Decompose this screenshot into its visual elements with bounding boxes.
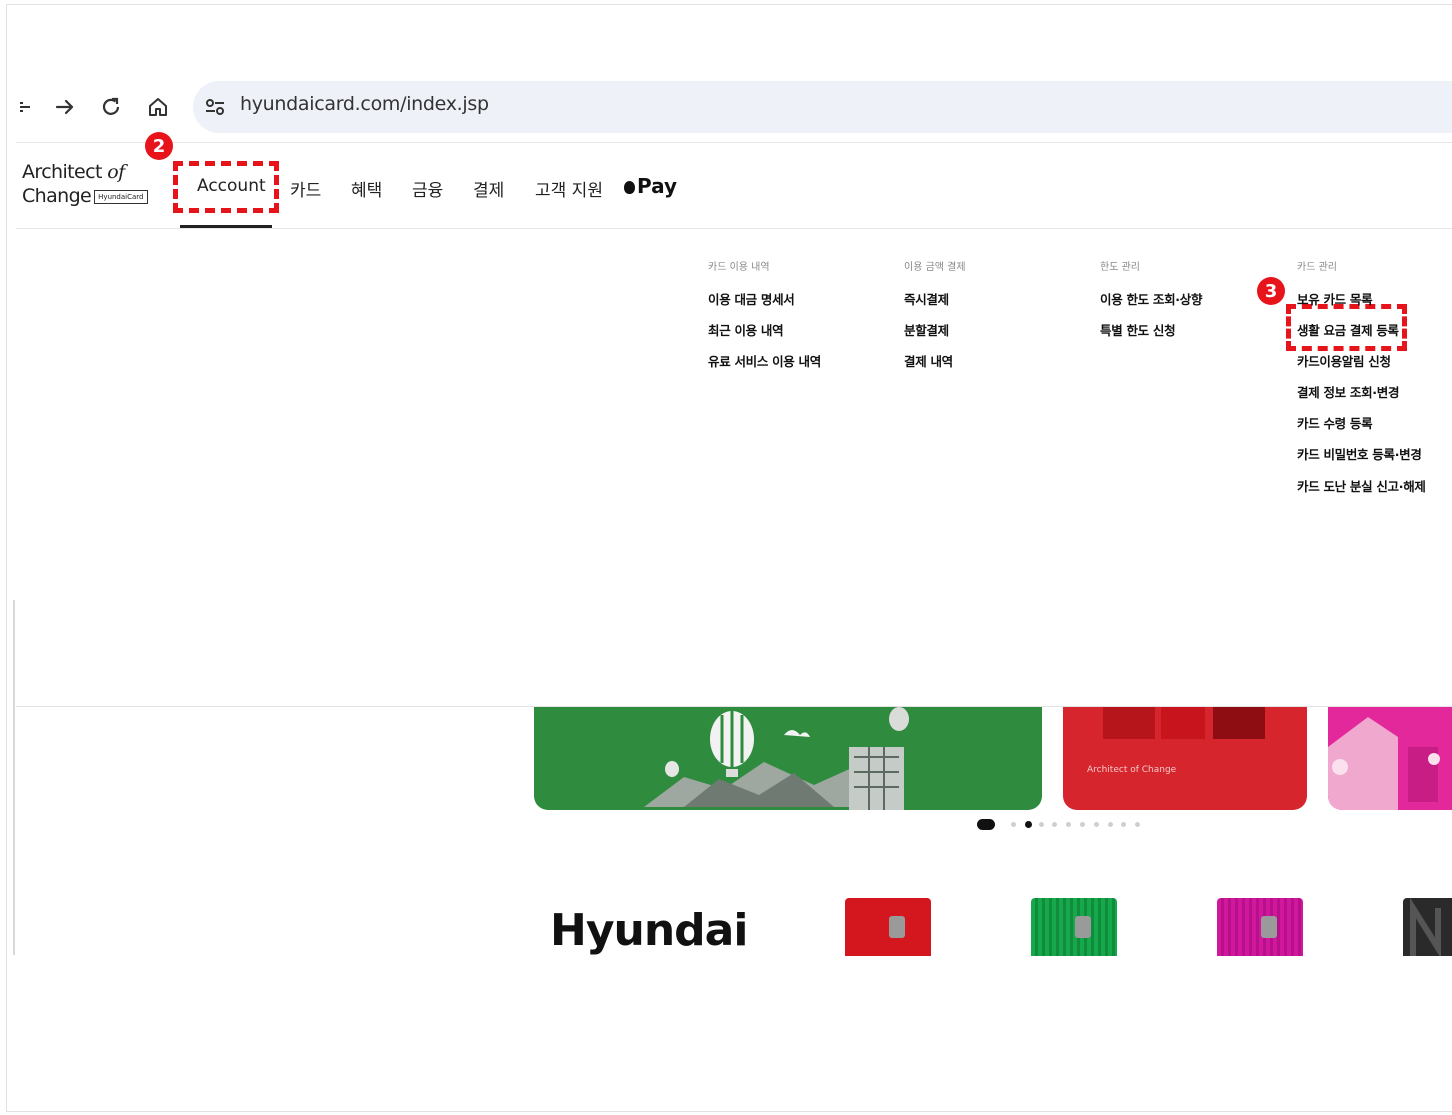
card-thumbnail-red[interactable] (845, 898, 931, 956)
menu-item-installment-payment[interactable]: 분할결제 (904, 320, 949, 339)
reload-icon[interactable] (98, 94, 124, 120)
menu-item-special-limit[interactable]: 특별 한도 신청 (1100, 320, 1176, 339)
logo-text-line1: Architect (22, 161, 108, 183)
nav-payment[interactable]: 결제 (473, 176, 504, 201)
banner-red-block (1161, 707, 1205, 739)
menu-heading-card-management: 카드 관리 (1297, 262, 1337, 273)
nav-card[interactable]: 카드 (290, 176, 321, 201)
nav-finance[interactable]: 금융 (412, 176, 443, 201)
viewport-cut (16, 956, 1452, 966)
card-thumbnail-pink[interactable] (1217, 898, 1303, 956)
annotation-badge-2: 2 (145, 132, 173, 160)
carousel-dot[interactable] (1080, 822, 1085, 827)
card-chip-icon (1261, 916, 1277, 938)
card-thumbnail-black[interactable] (1403, 898, 1452, 956)
nav-support[interactable]: 고객 지원 (535, 176, 603, 201)
card-chip-icon (1075, 916, 1091, 938)
menu-item-payment-history[interactable]: 결제 내역 (904, 351, 953, 370)
card-letter-icon (1410, 898, 1441, 956)
menu-item-lost-card-report[interactable]: 카드 도난 분실 신고·해제 (1297, 476, 1426, 495)
menu-item-instant-payment[interactable]: 즉시결제 (904, 289, 949, 308)
banner-pink[interactable] (1328, 707, 1452, 810)
menu-item-payment-info[interactable]: 결제 정보 조회·변경 (1297, 382, 1399, 401)
menu-heading-limit: 한도 관리 (1100, 262, 1140, 273)
home-icon[interactable] (145, 94, 171, 120)
site-settings-icon[interactable] (202, 94, 228, 120)
menu-item-statement[interactable]: 이용 대금 명세서 (708, 289, 795, 308)
apple-logo-icon (624, 181, 635, 194)
nav-applepay[interactable]: Pay (624, 174, 677, 198)
pause-icon[interactable] (977, 819, 995, 830)
menu-item-paid-service[interactable]: 유료 서비스 이용 내역 (708, 351, 821, 370)
banner-green-illustration (644, 707, 909, 810)
header-divider (16, 228, 1452, 229)
card-thumbnail-green[interactable] (1031, 898, 1117, 956)
menu-item-card-password[interactable]: 카드 비밀번호 등록·변경 (1297, 444, 1422, 463)
menu-item-limit-inquiry[interactable]: 이용 한도 조회·상향 (1100, 289, 1202, 308)
logo-text-italic: of (107, 161, 125, 183)
menu-item-recent-usage[interactable]: 최근 이용 내역 (708, 320, 784, 339)
left-edge-line (13, 600, 15, 955)
forward-arrow-icon[interactable] (52, 94, 78, 120)
menu-heading-payment: 이용 금액 결제 (904, 262, 966, 273)
url-text[interactable]: hyundaicard.com/index.jsp (240, 93, 489, 115)
carousel-dot[interactable] (1093, 822, 1099, 827)
card-chip-icon (889, 916, 905, 938)
carousel-dot[interactable] (1107, 822, 1113, 827)
menu-item-utility-payment-register[interactable]: 생활 요금 결제 등록 (1297, 320, 1399, 339)
banner-red-logo: Architect of Change (1087, 765, 1177, 775)
banner-red-block (1213, 707, 1265, 739)
carousel-dot[interactable] (1011, 822, 1016, 827)
menu-item-owned-cards[interactable]: 보유 카드 목록 (1297, 289, 1373, 308)
site-logo[interactable]: Architect of Change HyundaiCard (22, 160, 148, 208)
carousel-dot[interactable] (1024, 821, 1032, 828)
banner-green[interactable] (534, 707, 1042, 810)
brand-heading: Hyundai (550, 905, 748, 956)
banner-red-block (1103, 707, 1155, 739)
banner-pink-illustration (1328, 717, 1440, 810)
toolbar-divider (16, 142, 1452, 143)
menu-item-card-receipt[interactable]: 카드 수령 등록 (1297, 413, 1373, 432)
logo-badge: HyundaiCard (94, 189, 148, 204)
annotation-badge-3: 3 (1257, 277, 1285, 305)
menu-heading-card-usage: 카드 이용 내역 (708, 262, 770, 273)
logo-text-line2: Change (22, 185, 92, 207)
nav-benefits[interactable]: 혜택 (351, 176, 382, 201)
back-partial-icon[interactable] (12, 94, 38, 120)
menu-item-usage-alert[interactable]: 카드이용알림 신청 (1297, 351, 1391, 370)
annotation-box-account (173, 161, 279, 213)
carousel-dot[interactable] (1038, 822, 1044, 827)
banner-red[interactable]: Architect of Change (1063, 707, 1307, 810)
